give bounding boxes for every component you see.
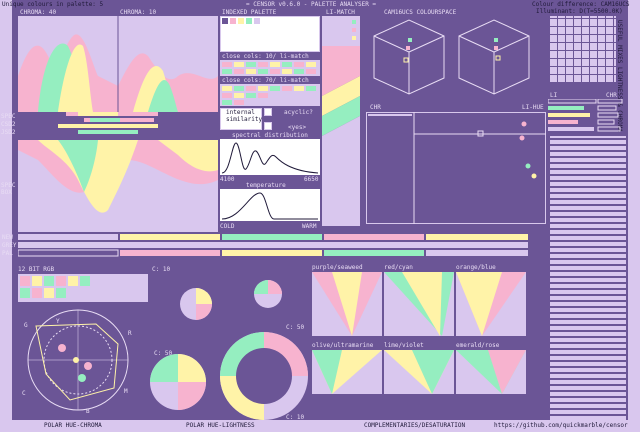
polar-hue-chroma-footer: POLAR HUE-CHROMA bbox=[44, 422, 102, 429]
wheel-b-label: B bbox=[86, 408, 90, 415]
colour-difference-text: Colour difference: CAM16UCS bbox=[532, 1, 630, 8]
wheel-m-label: M bbox=[124, 388, 128, 395]
close-cols-grid-1 bbox=[220, 60, 320, 76]
palette-rows bbox=[18, 234, 528, 257]
wheel-c-label: C bbox=[22, 390, 26, 397]
warning-icon bbox=[264, 122, 272, 130]
acyclic-label: acyclic? bbox=[284, 109, 313, 116]
spec-label: SPEC bbox=[1, 113, 16, 120]
bit-rgb-strip bbox=[18, 274, 148, 302]
hue-lightness-circles bbox=[150, 280, 308, 420]
orange-blue-label: orange/blue bbox=[456, 264, 496, 271]
internal-similarity-label: internal similarity bbox=[226, 109, 263, 123]
polar-hue-chroma-wheel bbox=[27, 309, 129, 411]
acyclic-checkbox[interactable] bbox=[264, 108, 272, 116]
chr-right-label: CHR bbox=[606, 92, 617, 99]
close-cols-2-label: close cols: 70/ li-match bbox=[222, 77, 309, 84]
spec-box-label: SPEC BOX bbox=[1, 182, 16, 196]
github-link[interactable]: https://github.com/quickmarble/censor bbox=[494, 422, 628, 429]
purple-seaweed-label: purple/seaweed bbox=[312, 264, 363, 271]
spectral-min-label: 4100 bbox=[220, 176, 235, 183]
chroma-area-chart bbox=[18, 16, 218, 112]
spec-box-chart bbox=[18, 140, 218, 232]
lime-violet-label: lime/violet bbox=[384, 342, 424, 349]
c10b-label: C: 10 bbox=[286, 414, 305, 421]
temperature-warm-label: WARM bbox=[302, 223, 317, 230]
new-label: NEW bbox=[2, 234, 13, 241]
li-label: LI bbox=[550, 92, 558, 99]
chroma-left-label: CHROMA: 40 bbox=[20, 9, 57, 16]
temperature-label: temperature bbox=[246, 182, 286, 189]
indexed-palette-swatches bbox=[222, 18, 260, 24]
wheel-r-label: R bbox=[128, 330, 132, 337]
spec-bars bbox=[58, 112, 158, 134]
temperature-cold-label: COLD bbox=[220, 223, 235, 230]
complementaries-footer: COMPLEMENTARIES/DESATURATION bbox=[364, 422, 466, 429]
olive-ultramarine-label: olive/ultramarine bbox=[312, 342, 374, 349]
jsd2-label: JSD2 bbox=[1, 129, 16, 136]
unique-colours-text: Unique colours in palette: 5 bbox=[2, 1, 104, 8]
close-cols-1-label: close cols: 10/ li-match bbox=[222, 53, 309, 60]
spectral-distribution-label: spectral distribution bbox=[232, 132, 308, 139]
c50b-label: C: 50 bbox=[154, 350, 173, 357]
li-match-label: LI-MATCH bbox=[326, 9, 355, 16]
frame-right bbox=[628, 0, 640, 432]
li-hue-plot-marks bbox=[368, 112, 546, 224]
li-match-chart bbox=[322, 16, 360, 226]
grey-label: GREY bbox=[2, 242, 17, 249]
frame-left bbox=[0, 0, 12, 432]
app-title: = CENSOR v0.6.0 - PALETTE ANALYSER = bbox=[246, 1, 377, 8]
chroma-mid-label: CHROMA: 10 bbox=[120, 9, 157, 16]
cam16ucs-cubes bbox=[373, 19, 530, 95]
useful-mixes-column bbox=[550, 136, 626, 420]
spectral-distribution-chart bbox=[220, 139, 320, 175]
indexed-palette-label: INDEXED PALETTE bbox=[222, 9, 277, 16]
emerald-rose-label: emerald/rose bbox=[456, 342, 500, 349]
cam16ucs-label: CAM16UCS COLOURSPACE bbox=[384, 9, 457, 16]
wheel-g-label: G bbox=[24, 322, 28, 329]
bit-rgb-label: 12 BIT RGB bbox=[18, 266, 55, 273]
li-hue-label: LI-HUE bbox=[522, 104, 544, 111]
spectral-max-label: 6650 bbox=[304, 176, 319, 183]
pal-label: PAL bbox=[2, 250, 13, 257]
chr-label: CHR bbox=[370, 104, 381, 111]
illuminant-text: Illuminant: D(T=5500.0K) bbox=[536, 8, 623, 15]
complementaries-row-2 bbox=[312, 350, 526, 394]
temperature-chart bbox=[220, 189, 320, 221]
c50-label: C: 50 bbox=[286, 324, 305, 331]
complementaries-row-1 bbox=[312, 272, 526, 336]
csd2-label: CSD2 bbox=[1, 121, 16, 128]
li-chr-bars bbox=[548, 99, 623, 132]
close-cols-grid-2 bbox=[220, 84, 320, 106]
wheel-y-label: Y bbox=[56, 318, 60, 325]
polar-hue-lightness-footer: POLAR HUE-LIGHTNESS bbox=[186, 422, 255, 429]
acyclic-value: <yes> bbox=[288, 124, 307, 131]
red-cyan-label: red/cyan bbox=[384, 264, 413, 271]
colour-difference-matrix-lines bbox=[550, 16, 616, 82]
